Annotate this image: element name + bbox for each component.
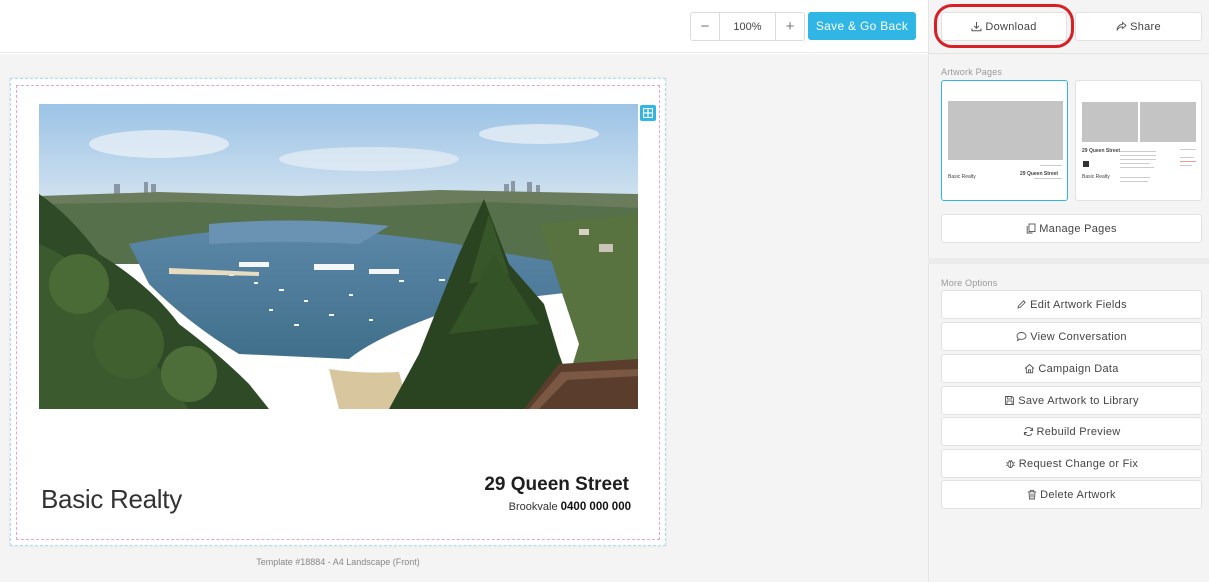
thumb-text-line — [1120, 167, 1154, 168]
zoom-out-button[interactable]: − — [691, 13, 719, 40]
phone-text: 0400 000 000 — [560, 501, 631, 513]
view-conversation-button[interactable]: View Conversation — [941, 322, 1202, 351]
manage-pages-label: Manage Pages — [1039, 222, 1117, 235]
manage-pages-button[interactable]: Manage Pages — [941, 214, 1202, 243]
option-label: Campaign Data — [1038, 362, 1119, 375]
save-artwork-to-library-button[interactable]: Save Artwork to Library — [941, 386, 1202, 415]
thumb-text-line — [1120, 181, 1148, 182]
option-label: View Conversation — [1030, 330, 1127, 343]
thumb-feature-line — [1040, 165, 1062, 166]
thumb-brand: Basic Realty — [948, 174, 976, 180]
refresh-icon — [1023, 427, 1033, 436]
thumb-address: 29 Queen Street — [1082, 148, 1121, 154]
zoom-level: 100% — [719, 13, 776, 40]
request-change-or-fix-button[interactable]: Request Change or Fix — [941, 449, 1202, 478]
thumb-text-line — [1120, 177, 1150, 178]
more-options-label: More Options — [941, 278, 998, 288]
thumb-text-line — [1180, 149, 1196, 150]
option-label: Save Artwork to Library — [1018, 394, 1139, 407]
trash-icon — [1028, 489, 1037, 500]
thumb-text-line — [1180, 165, 1192, 166]
thumb-text-line — [1180, 157, 1194, 158]
brand-name[interactable]: Basic Realty — [41, 484, 182, 515]
canvas-area: Basic Realty 29 Queen Street Brookvale 0… — [0, 54, 928, 582]
zoom-in-button[interactable]: + — [776, 13, 804, 40]
thumb-text-line — [1120, 163, 1150, 164]
page-thumbnail-back[interactable]: 29 Queen Street Basic Realty — [1075, 80, 1202, 201]
campaign-data-button[interactable]: Campaign Data — [941, 354, 1202, 383]
page-thumbnail-front[interactable]: Basic Realty 29 Queen Street — [941, 80, 1068, 201]
thumb-photo-placeholder — [948, 101, 1063, 160]
property-address[interactable]: 29 Queen Street — [484, 474, 629, 496]
panel-divider — [928, 53, 1209, 54]
pencil-icon — [1017, 300, 1026, 309]
share-button[interactable]: Share — [1075, 12, 1202, 41]
save-and-go-back-button[interactable]: Save & Go Back — [808, 12, 916, 40]
floppy-disk-icon — [1005, 396, 1015, 405]
download-label: Download — [985, 20, 1037, 33]
share-icon — [1116, 21, 1127, 31]
suburb-phone[interactable]: Brookvale 0400 000 000 — [509, 501, 631, 513]
artwork-pages-label: Artwork Pages — [941, 67, 1003, 77]
thumb-text-line — [1120, 155, 1156, 156]
option-label: Rebuild Preview — [1036, 425, 1121, 438]
artwork-editor: − 100% + Save & Go Back Basic Realty 29 … — [0, 0, 1209, 582]
rebuild-preview-button[interactable]: Rebuild Preview — [941, 417, 1202, 446]
thumb-brand: Basic Realty — [1082, 174, 1110, 180]
option-label: Edit Artwork Fields — [1030, 298, 1127, 311]
harbour-photo[interactable] — [39, 104, 638, 409]
panel-divider — [928, 258, 1209, 264]
download-button[interactable]: Download — [941, 12, 1067, 41]
thumb-text-line — [1180, 161, 1196, 162]
option-label: Delete Artwork — [1040, 488, 1116, 501]
download-icon — [971, 22, 982, 32]
thumb-photo-placeholder — [1140, 102, 1196, 142]
layout-grid-icon[interactable] — [640, 105, 656, 121]
thumb-text-line — [1120, 151, 1156, 152]
edit-artwork-fields-button[interactable]: Edit Artwork Fields — [941, 290, 1202, 319]
copy-icon — [1026, 223, 1036, 234]
thumb-text-line — [1120, 159, 1156, 160]
thumb-photo-placeholder — [1082, 102, 1138, 142]
thumb-contact-line — [1034, 178, 1062, 179]
delete-artwork-button[interactable]: Delete Artwork — [941, 480, 1202, 509]
suburb-text: Brookvale — [508, 501, 558, 513]
top-toolbar: − 100% + Save & Go Back — [0, 0, 928, 53]
share-label: Share — [1130, 20, 1161, 33]
qr-code-icon — [1083, 161, 1089, 167]
zoom-control: − 100% + — [690, 12, 805, 41]
option-label: Request Change or Fix — [1018, 457, 1139, 470]
artwork-page[interactable]: Basic Realty 29 Queen Street Brookvale 0… — [10, 78, 666, 546]
chat-bubble-icon — [1016, 332, 1027, 342]
bug-icon — [1005, 459, 1015, 468]
template-caption: Template #18884 - A4 Landscape (Front) — [256, 557, 420, 567]
thumb-address: 29 Queen Street — [1020, 171, 1059, 177]
home-icon — [1025, 363, 1035, 374]
